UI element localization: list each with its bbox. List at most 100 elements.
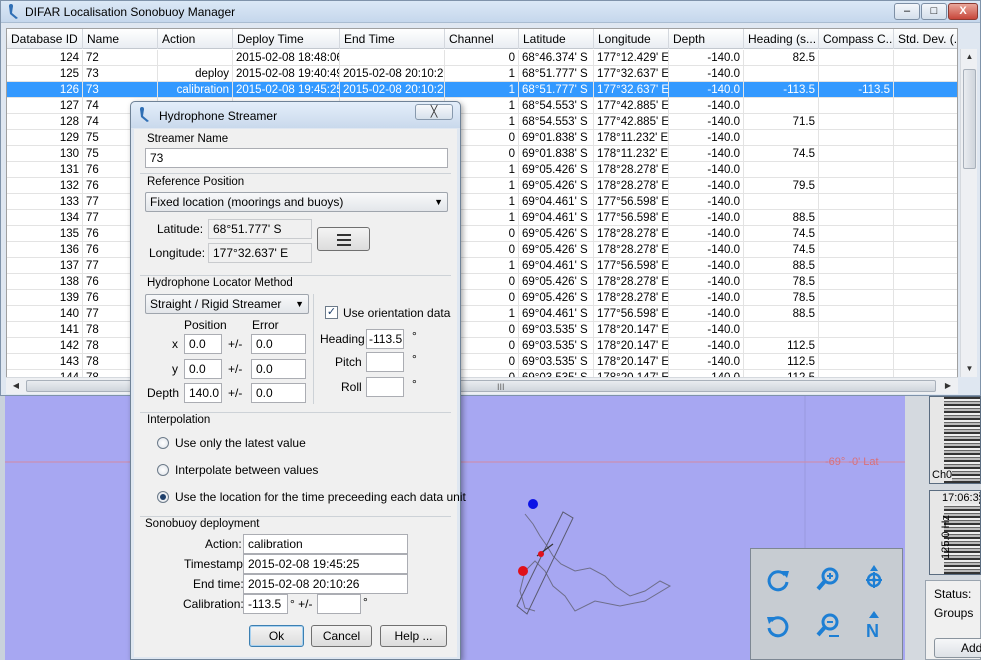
calibration-input[interactable]: -113.5 [243, 594, 288, 614]
dialog-body: Streamer Name 73 Reference Position Fixe… [134, 129, 466, 657]
interpolation-option-2-label[interactable]: Use the location for the time preceeding… [175, 490, 466, 504]
table-row[interactable]: 124 72 2015-02-08 18:48:06 0 68°46.374' S 177… [7, 50, 957, 66]
table-cell: 178°28.278' E [594, 178, 669, 194]
vertical-scrollbar[interactable]: ▲ ▼ [960, 49, 977, 377]
x-error-input[interactable]: 0.0 [251, 334, 306, 354]
scroll-up-arrow-icon[interactable]: ▲ [962, 49, 977, 65]
column-header[interactable]: Action [158, 29, 233, 49]
locator-method-select[interactable]: Straight / Rigid Streamer ▼ [145, 294, 309, 314]
column-header[interactable]: Longitude [594, 29, 669, 49]
ship-wheel-icon[interactable] [859, 563, 889, 593]
close-button[interactable]: X [948, 3, 978, 20]
table-cell: 178°28.278' E [594, 274, 669, 290]
spectrogram-channel-1[interactable]: 17:06:3 125.0 Hz [929, 490, 981, 575]
table-cell: 73 [83, 82, 158, 98]
column-header[interactable]: Heading (s... [744, 29, 819, 49]
table-cell: 69°03.535' S [519, 322, 594, 338]
spectrogram-channel-0[interactable]: Ch0 [929, 396, 981, 484]
table-cell: 2015-02-08 19:45:25 [233, 82, 340, 98]
streamer-name-label: Streamer Name [147, 133, 229, 145]
rotate-counterclockwise-icon[interactable] [763, 611, 793, 641]
vertical-scroll-thumb[interactable] [963, 69, 976, 169]
action-input[interactable]: calibration [243, 534, 408, 554]
column-header[interactable]: Compass C... [819, 29, 894, 49]
interpolation-option-0-label[interactable]: Use only the latest value [175, 436, 306, 450]
help-button[interactable]: Help ... [380, 625, 447, 647]
table-cell: 74.5 [744, 226, 819, 242]
table-cell: -113.5 [819, 82, 894, 98]
table-cell: 178°20.147' E [594, 322, 669, 338]
use-orientation-checkbox[interactable]: ✓ [325, 306, 338, 319]
zoom-in-icon[interactable] [813, 565, 843, 595]
table-cell [894, 82, 957, 98]
interpolation-option-1-radio[interactable] [157, 464, 169, 476]
scroll-right-arrow-icon[interactable]: ▶ [940, 378, 956, 394]
table-cell [894, 306, 957, 322]
end-time-input[interactable]: 2015-02-08 20:10:26 [243, 574, 408, 594]
interpolation-option-1-label[interactable]: Interpolate between values [175, 463, 318, 477]
table-cell: 74.5 [744, 146, 819, 162]
pitch-input[interactable] [366, 352, 404, 372]
column-header[interactable]: Latitude [519, 29, 594, 49]
interpolation-option-2-radio[interactable] [157, 491, 169, 503]
interpolation-option-0-radio[interactable] [157, 437, 169, 449]
hydrophone-marker[interactable] [538, 551, 544, 557]
depth-input[interactable]: 140.0 [184, 383, 222, 403]
scroll-down-arrow-icon[interactable]: ▼ [962, 361, 977, 377]
roll-input[interactable] [366, 377, 404, 397]
table-cell [894, 146, 957, 162]
table-cell: 2015-02-08 20:10:26 [340, 66, 445, 82]
column-header[interactable]: Channel [445, 29, 519, 49]
table-cell: -140.0 [669, 210, 744, 226]
title-bar[interactable]: DIFAR Localisation Sonobuoy Manager – □ … [1, 1, 980, 23]
degree-unit: ° [363, 595, 368, 609]
table-cell: 177°32.637' E [594, 66, 669, 82]
ok-button[interactable]: Ok [249, 625, 304, 647]
column-header[interactable]: Depth [669, 29, 744, 49]
table-cell [819, 226, 894, 242]
minimize-button[interactable]: – [894, 3, 920, 20]
dialog-title-bar[interactable]: Hydrophone Streamer ╳ [131, 102, 460, 128]
table-cell: 69°05.426' S [519, 226, 594, 242]
y-position-input[interactable]: 0.0 [184, 359, 222, 379]
table-row[interactable]: 125 73 deploy 2015-02-08 19:40:49 2015-02-08… [7, 66, 957, 82]
add-button[interactable]: Add [934, 638, 981, 658]
table-cell [894, 98, 957, 114]
table-cell [819, 98, 894, 114]
table-cell: -113.5 [744, 82, 819, 98]
table-cell: 126 [7, 82, 83, 98]
buoy-marker-blue[interactable] [528, 499, 538, 509]
north-up-icon[interactable]: N [859, 609, 889, 639]
y-error-input[interactable]: 0.0 [251, 359, 306, 379]
depth-error-input[interactable]: 0.0 [251, 383, 306, 403]
menu-icon [336, 234, 351, 246]
column-header[interactable]: Std. Dev. (... [894, 29, 957, 49]
zoom-out-icon[interactable] [813, 611, 843, 641]
calibration-error-input[interactable] [317, 594, 361, 614]
table-cell [744, 66, 819, 82]
maximize-button[interactable]: □ [921, 3, 947, 20]
timestamp-input[interactable]: 2015-02-08 19:45:25 [243, 554, 408, 574]
position-menu-button[interactable] [317, 227, 370, 251]
streamer-name-input[interactable]: 73 [145, 148, 448, 168]
heading-input[interactable]: -113.5 [366, 329, 404, 349]
table-cell: 88.5 [744, 258, 819, 274]
x-position-input[interactable]: 0.0 [184, 334, 222, 354]
table-row[interactable]: 126 73 calibration 2015-02-08 19:45:25 2015-… [7, 82, 957, 98]
cancel-button[interactable]: Cancel [311, 625, 372, 647]
column-header[interactable]: End Time [340, 29, 445, 49]
pitch-label: Pitch [335, 355, 362, 369]
column-header[interactable]: Name [83, 29, 158, 49]
rotate-clockwise-icon[interactable] [763, 565, 793, 595]
buoy-marker-red[interactable] [518, 566, 528, 576]
table-cell [819, 274, 894, 290]
column-header[interactable]: Database ID [7, 29, 83, 49]
dialog-close-button[interactable]: ╳ [415, 104, 453, 120]
column-header[interactable]: Deploy Time [233, 29, 340, 49]
table-cell [894, 194, 957, 210]
scroll-left-arrow-icon[interactable]: ◀ [8, 378, 24, 394]
table-cell: 69°05.426' S [519, 178, 594, 194]
table-cell: 177°32.637' E [594, 82, 669, 98]
reference-position-select[interactable]: Fixed location (moorings and buoys) ▼ [145, 192, 448, 212]
latitude-label: -69° -0' Lat [825, 456, 879, 468]
